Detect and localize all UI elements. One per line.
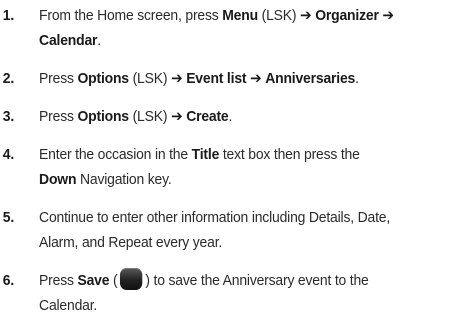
- step-line: Press Options (LSK) ➔ Create.: [39, 104, 462, 129]
- bold-term: Calendar: [39, 32, 98, 49]
- text-segment: .: [97, 32, 101, 49]
- step-text: From the Home screen, press Menu (LSK) ➔…: [39, 3, 462, 53]
- step-number: 1.: [2, 7, 15, 24]
- arrow-right-icon: ➔: [170, 70, 183, 87]
- text-segment: Navigation key.: [76, 171, 172, 188]
- text-segment: Alarm, and Repeat every year.: [39, 234, 223, 251]
- text-segment: .: [228, 108, 233, 125]
- instruction-steps: 1. From the Home screen, press Menu (LSK…: [0, 0, 471, 326]
- bold-term: Event list: [186, 70, 247, 87]
- bold-term: Anniversaries: [265, 70, 356, 87]
- bold-term: Options: [77, 108, 129, 125]
- arrow-right-icon: ➔: [170, 108, 183, 125]
- step-text: Press Options (LSK) ➔ Event list ➔ Anniv…: [39, 66, 462, 91]
- text-segment: (LSK): [257, 7, 301, 24]
- step-number: 6.: [2, 272, 15, 289]
- step-line: Down Navigation key.: [39, 167, 462, 192]
- text-segment: ) to save the Anniversary event to the: [145, 272, 369, 289]
- text-segment: Press: [39, 70, 78, 87]
- arrow-right-icon: ➔: [250, 70, 262, 87]
- step-number: 5.: [2, 209, 15, 226]
- step-line: Calendar.: [39, 28, 462, 53]
- text-segment: text box then press the: [219, 146, 360, 163]
- step-line: From the Home screen, press Menu (LSK) ➔…: [39, 3, 462, 28]
- step-text: Press Save ( ) to save the Anniversary ev…: [39, 268, 462, 318]
- step-line: Enter the occasion in the Title text box…: [39, 142, 462, 167]
- step-line: Press Options (LSK) ➔ Event list ➔ Anniv…: [39, 66, 462, 91]
- bold-term: Save: [77, 272, 110, 289]
- step-text: Continue to enter other information incl…: [39, 205, 462, 255]
- text-segment: (: [109, 272, 118, 289]
- text-segment: Press: [39, 108, 78, 125]
- text-segment: (LSK): [128, 70, 171, 87]
- step-text: Press Options (LSK) ➔ Create.: [39, 104, 462, 129]
- bold-term: Down: [39, 171, 77, 188]
- text-segment: From the Home screen, press: [39, 7, 223, 24]
- text-segment: .: [355, 70, 359, 87]
- step-line: Alarm, and Repeat every year.: [39, 230, 462, 255]
- bold-term: Menu: [222, 7, 258, 24]
- text-segment: Continue to enter other information incl…: [39, 209, 391, 226]
- arrow-right-icon: ➔: [300, 7, 312, 24]
- step-line: Calendar.: [39, 293, 462, 318]
- bold-term: Organizer: [315, 7, 379, 24]
- step-number: 3.: [2, 108, 15, 125]
- text-segment: Enter the occasion in the: [39, 146, 192, 163]
- step-number: 4.: [2, 146, 15, 163]
- step-line: Continue to enter other information incl…: [39, 205, 462, 230]
- bold-term: Create: [186, 108, 229, 125]
- text-segment: Press: [39, 272, 78, 289]
- arrow-right-icon: ➔: [382, 7, 394, 24]
- bold-term: Title: [191, 146, 220, 163]
- step-line: Press Save ( ) to save the Anniversary ev…: [39, 268, 462, 293]
- step-text: Enter the occasion in the Title text box…: [39, 142, 462, 192]
- save-key-icon: [120, 268, 143, 290]
- text-segment: (LSK): [128, 108, 171, 125]
- text-segment: Calendar.: [39, 297, 98, 314]
- bold-term: Options: [77, 70, 129, 87]
- step-number: 2.: [2, 70, 15, 87]
